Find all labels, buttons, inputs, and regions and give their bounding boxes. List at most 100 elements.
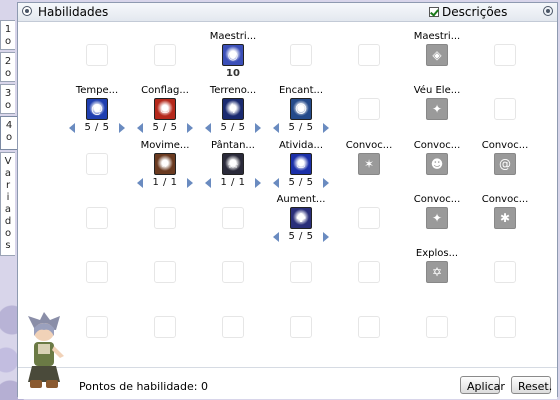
tab-3o[interactable]: 3o [0,84,15,114]
skill-name: Convoc... [413,194,461,205]
empty-skill-slot [426,316,448,338]
skill-name: Ativida... [278,140,324,151]
increase-level-icon[interactable] [323,123,329,133]
tab-label: 2o [4,56,12,79]
skill-level-control: 5 / 5 [266,231,336,243]
skill-name: Convoc... [481,140,529,151]
skill-level-control: 5 / 5 [62,122,132,134]
decrease-level-icon[interactable] [205,178,211,188]
character-avatar [28,312,64,388]
decrease-level-icon[interactable] [205,123,211,133]
skill-name: Encant... [278,85,324,96]
tab-strip: 1o 2o 3o 4o Variados [0,20,17,258]
empty-skill-slot [86,261,108,283]
empty-skill-slot [154,44,176,66]
empty-skill-slot [358,98,380,120]
reset-button[interactable]: Reset. [511,376,552,394]
close-icon[interactable] [543,6,553,16]
skill-name: Convoc... [481,194,529,205]
sphere-icon[interactable]: ◉ [222,44,244,66]
fire-icon[interactable]: ♨ [154,98,176,120]
increase-level-icon[interactable] [323,232,329,242]
empty-skill-slot [154,316,176,338]
blue-flame-icon[interactable]: ♨ [290,153,312,175]
increase-level-icon[interactable] [255,178,261,188]
empty-skill-slot [358,316,380,338]
skill-name: Conflag... [141,85,189,96]
empty-skill-slot [154,207,176,229]
skill-name: Tempe... [75,85,119,96]
tab-2o[interactable]: 2o [0,52,15,82]
cross-sparkle-icon[interactable]: ✚ [290,207,312,229]
lightning-icon[interactable]: ϟ [222,98,244,120]
empty-skill-slot [86,316,108,338]
checkbox-icon[interactable] [429,7,439,17]
skill-name: Pântan... [211,140,255,151]
skull-icon[interactable]: ☠ [222,153,244,175]
apply-button[interactable]: Aplicar [460,376,505,394]
tab-label: Variados [4,156,12,251]
empty-skill-slot [494,98,516,120]
window-menu-icon[interactable] [22,6,32,16]
decrease-level-icon[interactable] [69,123,75,133]
descricoes-label: Descrições [442,5,508,19]
increase-level-icon[interactable] [187,123,193,133]
decrease-level-icon[interactable] [137,123,143,133]
skill-name: Explos... [415,248,459,259]
empty-skill-slot [222,207,244,229]
summon-face-icon[interactable]: ☻ [426,153,448,175]
skill-name: Maestri... [209,31,257,42]
tab-1o[interactable]: 1o [0,20,15,50]
skill-level-control: 5 / 5 [266,122,336,134]
increase-level-icon[interactable] [323,178,329,188]
summon-claw-icon[interactable]: ✱ [494,207,516,229]
increase-level-icon[interactable] [255,123,261,133]
tab-4o[interactable]: 4o [0,116,17,150]
window-title: Habilidades [38,5,109,19]
skill-level-control: 1 / 1 [130,177,200,189]
vortex-icon[interactable]: @ [86,98,108,120]
increase-level-icon[interactable] [187,178,193,188]
empty-skill-slot [358,44,380,66]
empty-skill-slot [358,207,380,229]
summon-fire-icon[interactable]: ✶ [358,153,380,175]
skill-level-control: 5 / 5 [198,122,268,134]
skill-name: Véu Ele... [413,85,461,96]
spirit-icon[interactable]: ☺ [290,98,312,120]
tab-variados[interactable]: Variados [0,152,15,256]
empty-skill-slot [86,207,108,229]
increase-level-icon[interactable] [119,123,125,133]
hexagram-icon[interactable]: ✡ [426,261,448,283]
decrease-level-icon[interactable] [273,232,279,242]
diamond-emblem-icon[interactable]: ◈ [426,44,448,66]
skill-name: Aument... [276,194,326,205]
tab-label: 1o [4,24,12,47]
empty-skill-slot [154,261,176,283]
empty-skill-slot [222,261,244,283]
footer-bar: Pontos de habilidade: 0 Aplicar Reset. [18,367,557,399]
skill-name: Terreno... [209,85,257,96]
skill-name: Convoc... [413,140,461,151]
skill-name: Convoc... [345,140,393,151]
empty-skill-slot [358,261,380,283]
title-bar[interactable]: Habilidades Descrições [18,3,557,22]
skill-name: Maestri... [413,31,461,42]
empty-skill-slot [290,261,312,283]
descricoes-toggle[interactable]: Descrições [429,5,507,19]
skill-grid: Maestri... ◉ 10 Maestri... ◈ Tempe... @5 / 5 Co… [18,21,559,367]
summon-rock-icon[interactable]: ✦ [426,207,448,229]
decrease-level-icon[interactable] [273,123,279,133]
decrease-level-icon[interactable] [273,178,279,188]
skills-window: Habilidades Descrições Maestri... ◉ 10 Maes… [17,2,559,399]
movement-icon[interactable]: » [154,153,176,175]
empty-skill-slot [494,261,516,283]
empty-skill-slot [86,153,108,175]
empty-skill-slot [86,44,108,66]
star-burst-icon[interactable]: ✦ [426,98,448,120]
skill-points-label: Pontos de habilidade: 0 [79,380,208,393]
decrease-level-icon[interactable] [137,178,143,188]
empty-skill-slot [290,316,312,338]
summon-swirl-icon[interactable]: @ [494,153,516,175]
empty-skill-slot [494,44,516,66]
empty-skill-slot [222,316,244,338]
